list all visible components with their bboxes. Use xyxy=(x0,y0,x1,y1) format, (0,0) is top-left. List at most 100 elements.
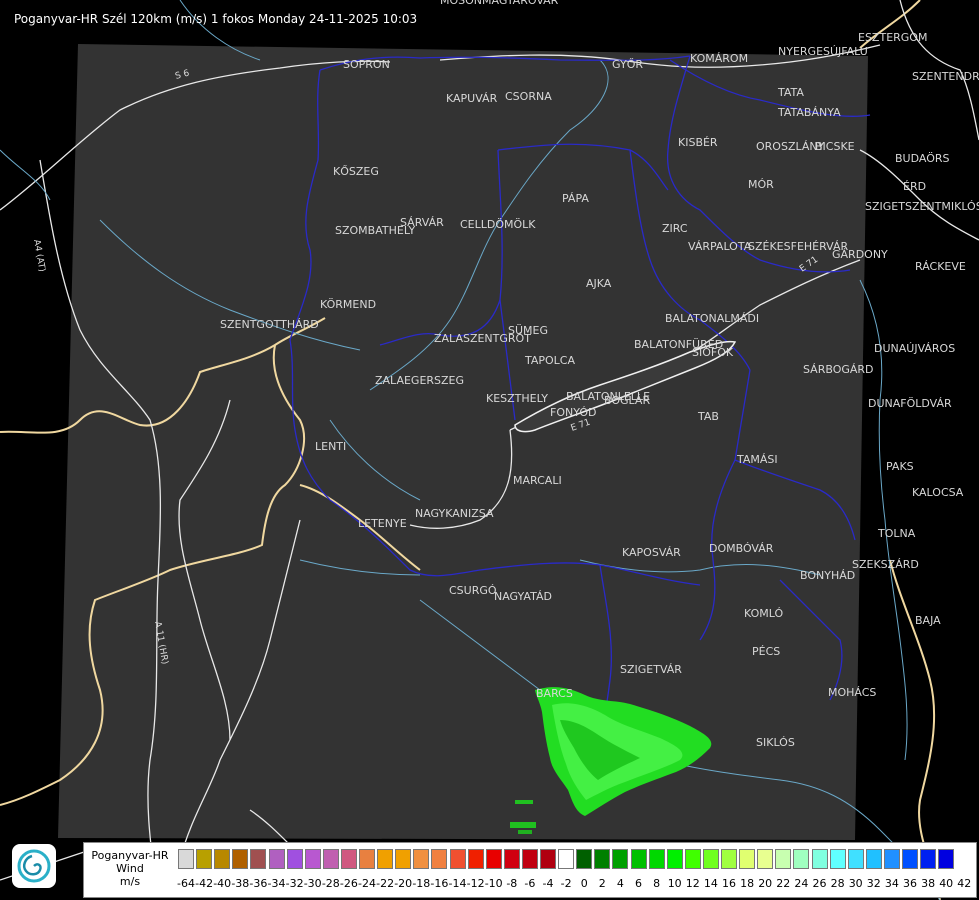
city-label: RÁCKEVE xyxy=(915,260,966,273)
city-label: CSURGÓ xyxy=(449,584,497,597)
city-label: TAMÁSI xyxy=(736,453,778,466)
legend-swatch xyxy=(377,849,394,869)
legend-tick: -34 xyxy=(267,877,286,890)
legend-tick: 40 xyxy=(939,877,954,890)
city-label: DUNAÚJVÁROS xyxy=(874,342,955,355)
legend-swatch xyxy=(449,849,466,869)
legend-swatch xyxy=(413,849,430,869)
city-label: KÖRMEND xyxy=(320,298,376,311)
city-label: BARCS xyxy=(536,687,573,700)
city-label: SIÓFOK xyxy=(692,346,734,359)
radar-coverage-area xyxy=(58,44,868,840)
legend-tick: -28 xyxy=(321,877,340,890)
city-label: SZIGETVÁR xyxy=(620,663,682,676)
legend-swatch xyxy=(214,849,231,869)
city-label: LETENYE xyxy=(358,517,407,530)
legend-swatch xyxy=(250,849,267,869)
legend-tick: -10 xyxy=(484,877,503,890)
city-label: MOHÁCS xyxy=(828,686,876,699)
legend-tick: 4 xyxy=(616,877,624,890)
city-label: NAGYATÁD xyxy=(494,590,552,603)
legend-tick: 12 xyxy=(685,877,700,890)
legend-tick: -40 xyxy=(213,877,232,890)
city-label: DUNAFÖLDVÁR xyxy=(868,397,952,410)
city-label: BOGLÁR xyxy=(604,394,650,407)
city-label: TAPOLCA xyxy=(524,354,575,367)
legend-swatch xyxy=(612,849,629,869)
legend-swatch xyxy=(232,849,249,869)
city-label: NAGYKANIZSA xyxy=(415,507,494,520)
legend-tick: -38 xyxy=(231,877,250,890)
city-label: SZENTENDRE xyxy=(912,70,979,83)
city-label: ÉRD xyxy=(903,180,926,193)
legend-tick: 6 xyxy=(635,877,642,890)
legend-tick: -6 xyxy=(524,877,536,890)
legend-tick: -30 xyxy=(303,877,322,890)
city-label: KOMLÓ xyxy=(744,607,783,620)
legend-swatch xyxy=(648,849,665,869)
city-label: KAPOSVÁR xyxy=(622,546,681,559)
city-label: SZOMBATHELY xyxy=(335,224,415,237)
legend-tick: -4 xyxy=(542,877,554,890)
legend-swatch xyxy=(811,849,828,869)
color-legend: Poganyvar-HR Wind m/s -64 -42 -40 -38 -36 -34… xyxy=(83,842,977,898)
legend-swatch xyxy=(902,849,918,869)
legend-swatch xyxy=(793,849,810,869)
legend-tick: 10 xyxy=(667,877,682,890)
city-label: KISBÉR xyxy=(678,136,718,149)
legend-swatch xyxy=(739,849,756,869)
legend-swatch xyxy=(540,849,556,869)
legend-swatch xyxy=(757,849,774,869)
legend-tick: -26 xyxy=(339,877,358,890)
legend-swatch xyxy=(920,849,937,869)
legend-tick: 22 xyxy=(776,877,791,890)
legend-swatch xyxy=(521,849,538,869)
legend-swatch xyxy=(829,849,846,869)
city-label: DOMBÓVÁR xyxy=(709,542,774,555)
city-label: MÓR xyxy=(748,178,774,191)
legend-swatch xyxy=(938,849,955,869)
legend-swatch xyxy=(702,849,719,869)
city-label: TOLNA xyxy=(877,527,916,540)
legend-swatch xyxy=(666,849,683,869)
city-label: SÁRBOGÁRD xyxy=(803,363,874,376)
legend-tick: 34 xyxy=(884,877,899,890)
swirl-logo-icon xyxy=(17,849,51,883)
city-label: SZIGETSZENTMIKLÓS xyxy=(865,200,979,213)
city-label: BAJA xyxy=(915,614,941,627)
legend-tick: -20 xyxy=(394,877,413,890)
legend-swatch xyxy=(558,849,575,869)
legend-tick: 36 xyxy=(903,877,917,890)
legend-swatch xyxy=(594,849,611,869)
legend-tick: 30 xyxy=(848,877,863,890)
legend-swatch xyxy=(196,849,213,869)
legend-swatch xyxy=(395,849,412,869)
legend-swatch xyxy=(322,849,339,869)
legend-tick: -8 xyxy=(506,877,518,890)
city-label: BALATONALMÁDI xyxy=(665,312,759,325)
legend-tick: -16 xyxy=(430,877,449,890)
legend-tick: -22 xyxy=(376,877,395,890)
legend-tick: -36 xyxy=(249,877,268,890)
legend-tick: -32 xyxy=(285,877,304,890)
legend-tick: 24 xyxy=(794,877,809,890)
legend-swatch xyxy=(775,849,792,869)
legend-swatch xyxy=(340,849,357,869)
radar-map[interactable]: MOSONMAGYARÓVÁR ESZTERGOMNYERGESÚJFALU SOP… xyxy=(0,0,979,900)
city-label: TAB xyxy=(697,410,719,423)
legend-tick: 26 xyxy=(812,877,827,890)
legend-swatch xyxy=(304,849,321,869)
city-label: BUDAÖRS xyxy=(895,152,950,165)
city-label: GYŐR xyxy=(612,57,643,71)
city-label: PAKS xyxy=(886,460,914,473)
legend-tick: -24 xyxy=(358,877,376,890)
legend-swatch xyxy=(576,849,593,869)
legend-tick: -14 xyxy=(448,877,467,890)
city-label: BONYHÁD xyxy=(800,569,855,582)
city-label: SOPRON xyxy=(343,58,390,71)
legend-tick: 14 xyxy=(703,877,718,890)
city-label: KAPUVÁR xyxy=(446,92,498,105)
legend-tick: 20 xyxy=(758,877,773,890)
legend-tick: 8 xyxy=(653,877,661,890)
city-label: MARCALI xyxy=(513,474,562,487)
